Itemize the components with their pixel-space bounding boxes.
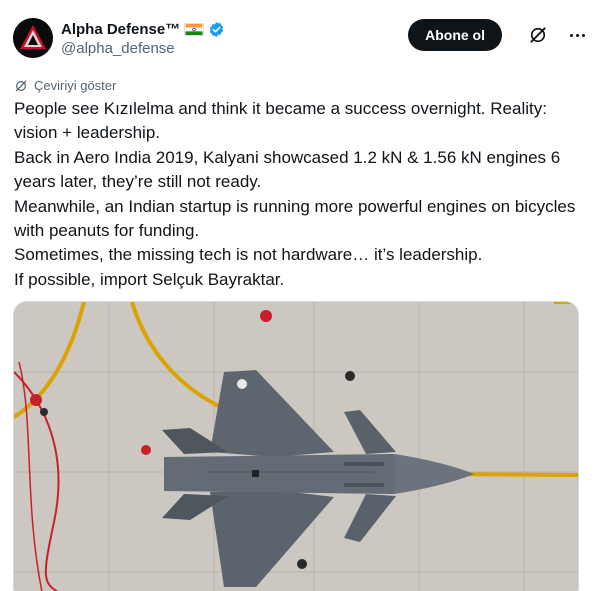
tweet-line: Sometimes, the missing tech is not hardw… — [14, 245, 483, 265]
handle[interactable]: @alpha_defense — [61, 40, 225, 57]
avatar[interactable] — [13, 18, 53, 58]
tweet-text: People see Kızılelma and think it became… — [14, 97, 594, 292]
follow-button[interactable]: Abone ol — [408, 19, 502, 51]
more-options-icon[interactable] — [566, 25, 588, 45]
display-name[interactable]: Alpha Defense™ — [61, 21, 180, 38]
tweet-line: Meanwhile, an Indian startup is running … — [14, 196, 576, 241]
tweet-line: Back in Aero India 2019, Kalyani showcas… — [14, 147, 561, 192]
alpha-logo-icon — [13, 18, 53, 58]
india-flag-icon — [184, 22, 205, 36]
translate-icon — [15, 80, 27, 91]
tweet-header: Alpha Defense™ @alpha_defense Abone ol — [13, 14, 590, 62]
translate-label[interactable]: Çeviriyi göster — [34, 78, 116, 93]
tweet-line: If possible, import Selçuk Bayraktar. — [14, 269, 285, 289]
author-names: Alpha Defense™ @alpha_defense — [61, 19, 225, 57]
tweet-line: People see Kızılelma and think it became… — [14, 99, 547, 143]
tweet-media[interactable] — [13, 301, 579, 591]
verified-badge-icon — [210, 21, 224, 37]
translate-link[interactable]: Çeviriyi göster — [14, 78, 116, 93]
grok-icon[interactable] — [528, 25, 548, 45]
fighter-jet-photo — [14, 302, 578, 591]
